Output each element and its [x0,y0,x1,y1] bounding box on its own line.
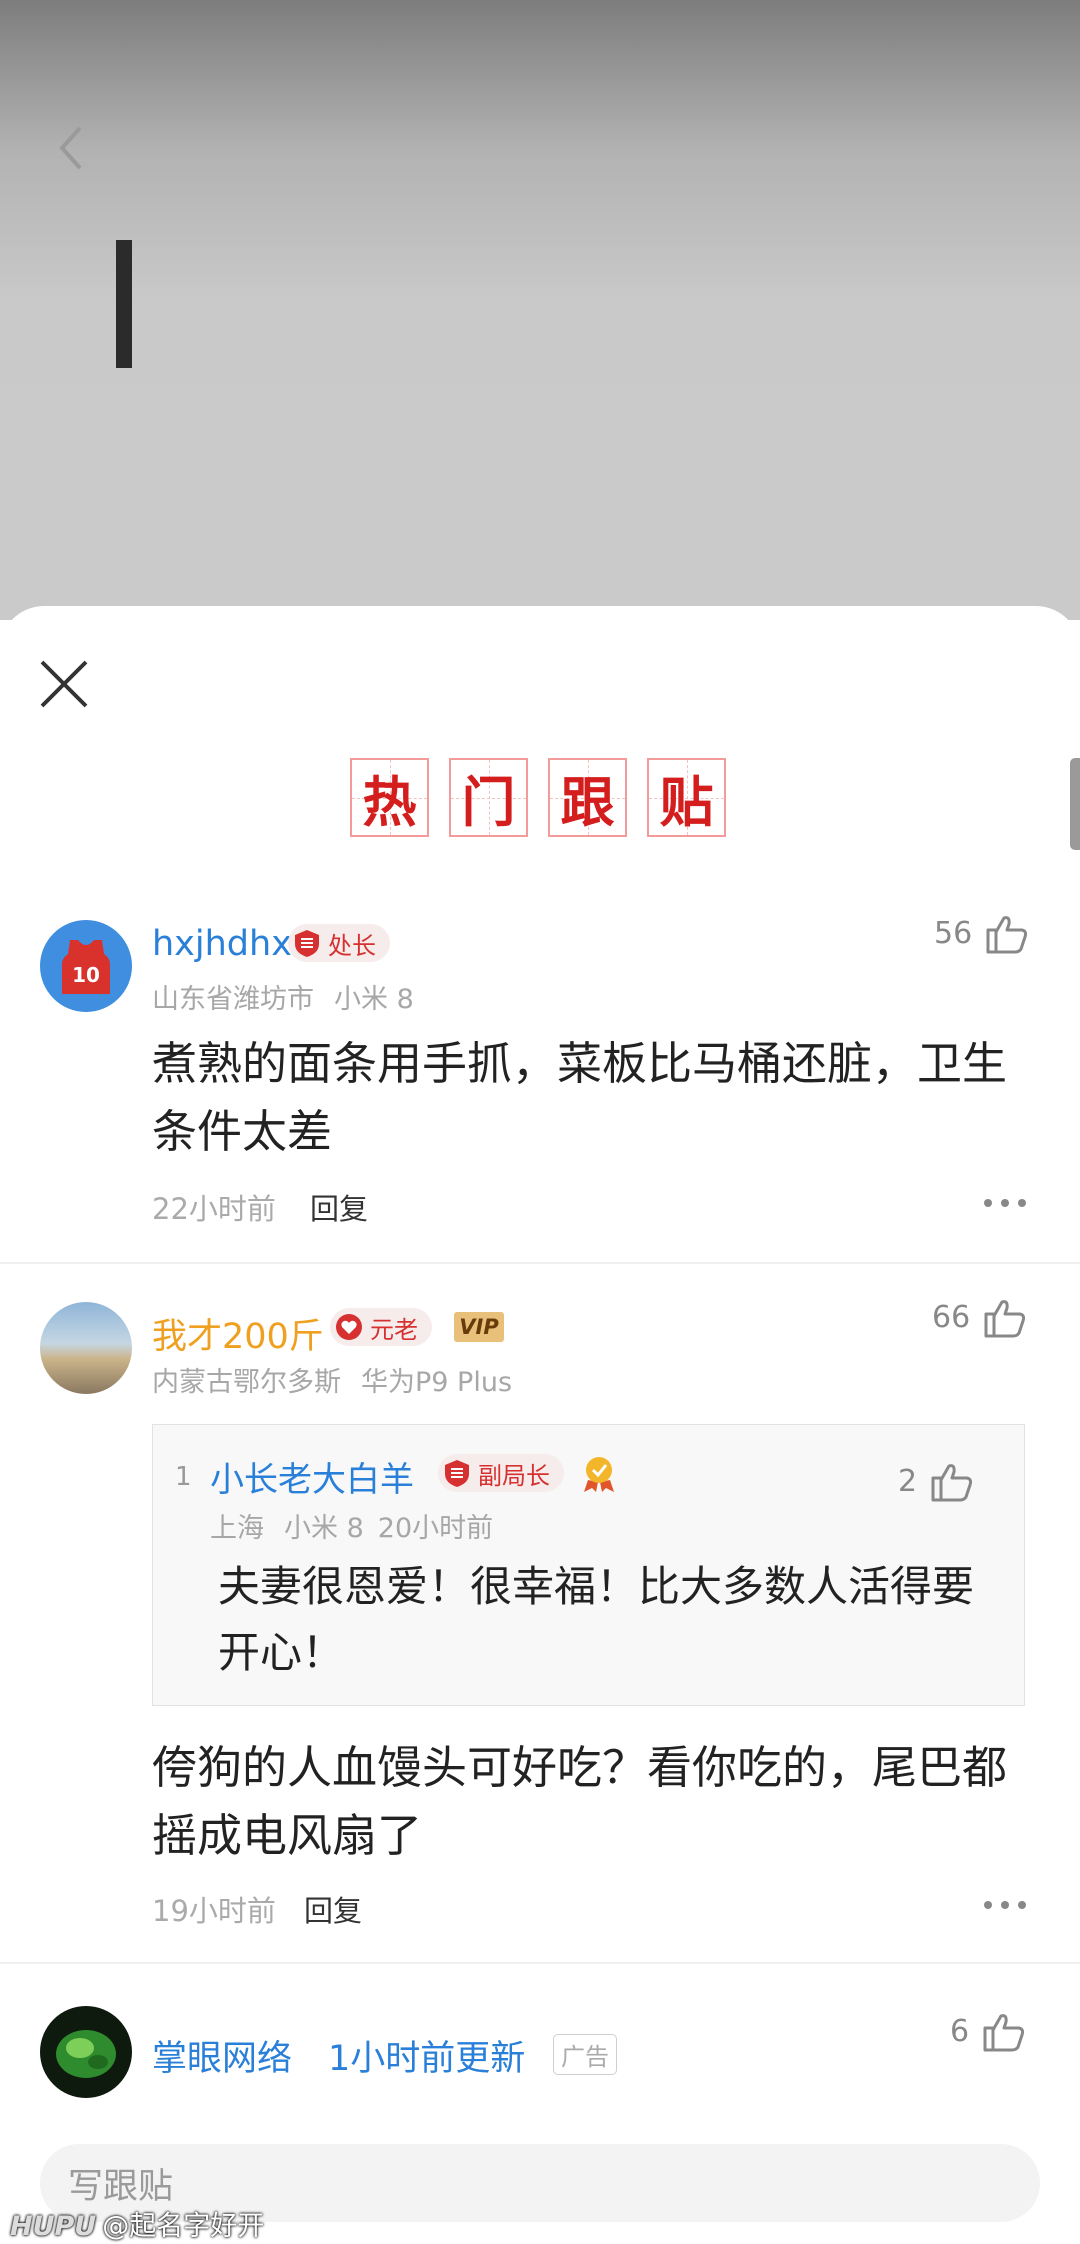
jersey-icon: 10 [62,940,110,994]
vip-badge: VIP [454,1312,504,1342]
divider [0,1962,1080,1964]
thumbs-up-icon [984,1300,1026,1338]
title-char: 贴 [647,758,726,837]
divider [0,1262,1080,1264]
rank-shield-icon [445,1460,469,1487]
quote-username[interactable]: 小长老大白羊 [210,1452,414,1501]
username[interactable]: 我才200斤 [152,1308,324,1359]
rank-shield-icon [295,930,319,957]
avatar[interactable]: 10 [40,920,132,1012]
thumbs-up-icon [986,916,1028,954]
scrollbar[interactable] [1070,758,1080,850]
comment-time: 22小时前 [152,1192,276,1226]
title-char: 热 [350,758,429,837]
comment-text: 侉狗的人血馒头可好吃？看你吃的，尾巴都摇成电风扇了 [152,1741,1008,1862]
ad-update-time: 1小时前更新 [328,2039,526,2079]
comment-text: 煮熟的面条用手抓，菜板比马桶还脏，卫生条件太差 [152,1037,1008,1158]
medal-icon [584,1457,614,1492]
rank-badge: 处长 [288,924,390,962]
thumbs-up-icon [931,1464,973,1502]
close-icon[interactable] [34,654,94,714]
rank-heart-icon [336,1314,362,1340]
comment-meta: 内蒙古鄂尔多斯 华为P9 Plus [152,1367,513,1398]
reply-button[interactable]: 回复 [304,1888,362,1930]
back-arrow-icon[interactable] [46,118,96,178]
ad-label: 广告 [553,2034,617,2075]
hot-comments-title: 热 门 跟 贴 [350,758,726,837]
watermark: HUPU @起名字好开 [10,2211,265,2242]
reply-button[interactable]: 回复 [310,1186,368,1228]
thumbs-up-icon [983,2014,1025,2052]
more-icon[interactable] [982,1898,1028,1912]
rank-badge: 元老 [330,1308,432,1346]
ad-name[interactable]: 掌眼网络 [152,2030,292,2081]
quote-meta: 上海 小米 8 20小时前 [210,1513,494,1544]
text-cursor [116,240,132,368]
comment-meta: 山东省潍坊市 小米 8 [152,984,414,1015]
title-char: 门 [449,758,528,837]
comment-time: 19小时前 [152,1894,276,1928]
like-button[interactable]: 56 [934,910,1030,956]
more-icon[interactable] [982,1196,1028,1210]
like-button[interactable]: 66 [932,1294,1028,1340]
avatar[interactable] [40,1302,132,1394]
username[interactable]: hxjhdhx [152,924,292,964]
video-area[interactable] [0,0,1080,620]
green-gem-icon [56,2030,116,2078]
like-button[interactable]: 2 [898,1458,975,1504]
rank-badge: 副局长 [438,1454,564,1492]
like-button[interactable]: 6 [950,2008,1027,2054]
avatar[interactable] [40,2006,132,2098]
quote-index: 1 [175,1462,192,1492]
title-char: 跟 [548,758,627,837]
svg-text:10: 10 [72,963,100,987]
quote-text: 夫妻很恩爱！很幸福！比大多数人活得要开心！ [218,1562,975,1677]
